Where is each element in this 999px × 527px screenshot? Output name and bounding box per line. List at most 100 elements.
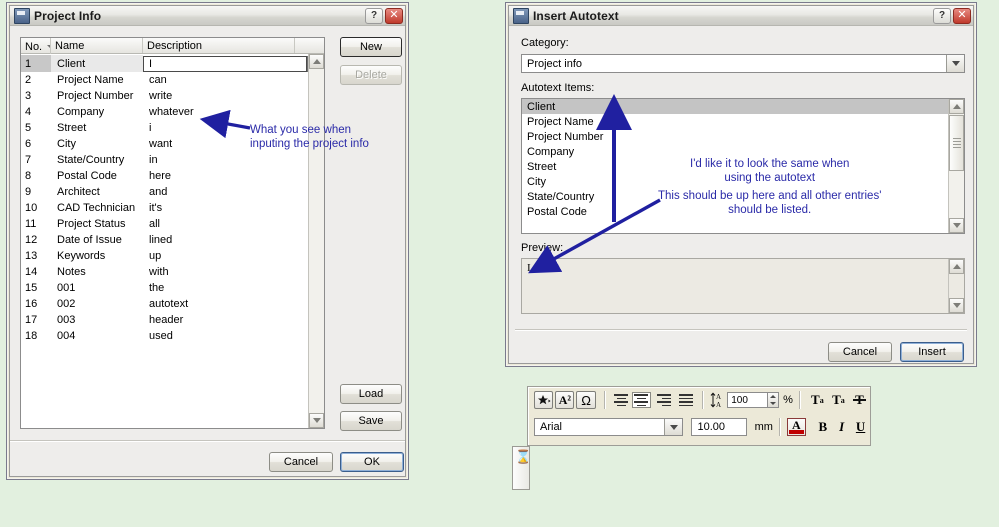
row-description-cell[interactable]: and: [143, 184, 324, 200]
table-row[interactable]: 2 Project Name can: [21, 72, 324, 88]
table-row[interactable]: 3 Project Number write: [21, 88, 324, 104]
align-left-button[interactable]: [612, 392, 631, 408]
list-item[interactable]: Project Name: [522, 114, 948, 129]
row-description-cell[interactable]: write: [143, 88, 324, 104]
save-button[interactable]: Save: [340, 411, 402, 431]
row-name-cell[interactable]: Postal Code: [51, 168, 143, 184]
table-row[interactable]: 16 002 autotext: [21, 296, 324, 312]
row-name-cell[interactable]: Keywords: [51, 248, 143, 264]
row-name-cell[interactable]: Date of Issue: [51, 232, 143, 248]
row-description-cell[interactable]: whatever: [143, 104, 324, 120]
table-row[interactable]: 4 Company whatever: [21, 104, 324, 120]
close-button[interactable]: ✕: [385, 7, 403, 24]
row-name-cell[interactable]: Notes: [51, 264, 143, 280]
row-description-cell[interactable]: lined: [143, 232, 324, 248]
table-row[interactable]: 10 CAD Technician it's: [21, 200, 324, 216]
align-right-button[interactable]: [652, 392, 672, 408]
help-button[interactable]: ?: [365, 7, 383, 24]
row-description-cell[interactable]: it's: [143, 200, 324, 216]
row-description-cell[interactable]: here: [143, 168, 324, 184]
row-name-cell[interactable]: Company: [51, 104, 143, 120]
close-button[interactable]: ✕: [953, 7, 971, 24]
omega-symbol-icon[interactable]: Ω: [576, 391, 596, 409]
superscript-button[interactable]: Ta: [807, 391, 828, 409]
scroll-down-button[interactable]: [949, 298, 964, 313]
row-name-cell[interactable]: 002: [51, 296, 143, 312]
table-row[interactable]: 17 003 header: [21, 312, 324, 328]
row-description-cell[interactable]: up: [143, 248, 324, 264]
row-name-cell[interactable]: Architect: [51, 184, 143, 200]
insert-autotext-titlebar[interactable]: Insert Autotext ? ✕: [509, 6, 973, 26]
strikethrough-button[interactable]: T: [849, 391, 870, 409]
list-item[interactable]: Project Number: [522, 129, 948, 144]
list-item[interactable]: Client: [522, 99, 948, 114]
spinner-down-button[interactable]: [768, 400, 779, 407]
insert-button[interactable]: Insert: [900, 342, 964, 362]
table-row[interactable]: 13 Keywords up: [21, 248, 324, 264]
spinner-up-button[interactable]: [768, 393, 779, 400]
row-name-cell[interactable]: Project Name: [51, 72, 143, 88]
autotext-vertical-scrollbar[interactable]: [948, 99, 964, 233]
row-name-cell[interactable]: 003: [51, 312, 143, 328]
scroll-down-button[interactable]: [309, 413, 324, 428]
table-row[interactable]: 15 001 the: [21, 280, 324, 296]
scroll-up-button[interactable]: [949, 259, 964, 274]
table-row[interactable]: 8 Postal Code here: [21, 168, 324, 184]
column-header-name[interactable]: Name: [51, 38, 143, 53]
table-row[interactable]: 7 State/Country in: [21, 152, 324, 168]
table-row[interactable]: 14 Notes with: [21, 264, 324, 280]
chevron-down-icon[interactable]: [664, 419, 683, 435]
scroll-up-button[interactable]: [309, 54, 324, 69]
project-info-titlebar[interactable]: Project Info ? ✕: [10, 6, 405, 26]
row-name-cell[interactable]: City: [51, 136, 143, 152]
char-scale-icon[interactable]: A²: [555, 391, 575, 409]
row-name-cell[interactable]: Street: [51, 120, 143, 136]
font-color-button[interactable]: A: [786, 418, 806, 436]
row-description-cell[interactable]: all: [143, 216, 324, 232]
scale-spinner[interactable]: [767, 392, 780, 408]
bold-button[interactable]: B: [813, 418, 832, 436]
grid-vertical-scrollbar[interactable]: [308, 54, 324, 428]
cancel-button[interactable]: Cancel: [269, 452, 333, 472]
table-row[interactable]: 9 Architect and: [21, 184, 324, 200]
load-button[interactable]: Load: [340, 384, 402, 404]
scroll-down-button[interactable]: [949, 218, 964, 233]
category-combobox[interactable]: Project info: [521, 54, 965, 73]
font-family-combobox[interactable]: Arial: [534, 418, 684, 436]
help-button[interactable]: ?: [933, 7, 951, 24]
cancel-button[interactable]: Cancel: [828, 342, 892, 362]
row-name-cell[interactable]: State/Country: [51, 152, 143, 168]
row-description-cell[interactable]: in: [143, 152, 324, 168]
row-name-cell[interactable]: 001: [51, 280, 143, 296]
chevron-down-icon[interactable]: [946, 55, 964, 72]
description-edit-input[interactable]: I: [143, 55, 307, 72]
preview-vertical-scrollbar[interactable]: [948, 259, 964, 313]
row-description-cell[interactable]: used: [143, 328, 324, 344]
row-name-cell[interactable]: Client: [51, 55, 143, 72]
line-spacing-icon[interactable]: A A: [710, 392, 724, 408]
align-center-button[interactable]: [631, 392, 651, 408]
delete-button[interactable]: Delete: [340, 65, 402, 85]
table-row[interactable]: 11 Project Status all: [21, 216, 324, 232]
subscript-button[interactable]: Ta: [828, 391, 849, 409]
row-name-cell[interactable]: Project Status: [51, 216, 143, 232]
scrollbar-thumb[interactable]: [949, 115, 964, 171]
scroll-up-button[interactable]: [949, 99, 964, 114]
table-row[interactable]: 18 004 used: [21, 328, 324, 344]
row-name-cell[interactable]: CAD Technician: [51, 200, 143, 216]
column-header-no[interactable]: No.: [21, 38, 51, 54]
row-name-cell[interactable]: 004: [51, 328, 143, 344]
table-row[interactable]: 1 Client I: [21, 55, 324, 72]
row-name-cell[interactable]: Project Number: [51, 88, 143, 104]
underline-button[interactable]: U: [851, 418, 870, 436]
scale-input[interactable]: 100: [727, 392, 768, 408]
align-justify-button[interactable]: [676, 392, 695, 408]
italic-button[interactable]: I: [832, 418, 851, 436]
new-button[interactable]: New: [340, 37, 402, 57]
font-size-input[interactable]: 10.00: [691, 418, 747, 436]
star-symbol-icon[interactable]: [534, 391, 554, 409]
ok-button[interactable]: OK: [340, 452, 404, 472]
project-info-grid[interactable]: No. Name Description 1 Client I 2 Projec…: [20, 37, 325, 429]
row-description-cell[interactable]: autotext: [143, 296, 324, 312]
table-row[interactable]: 12 Date of Issue lined: [21, 232, 324, 248]
